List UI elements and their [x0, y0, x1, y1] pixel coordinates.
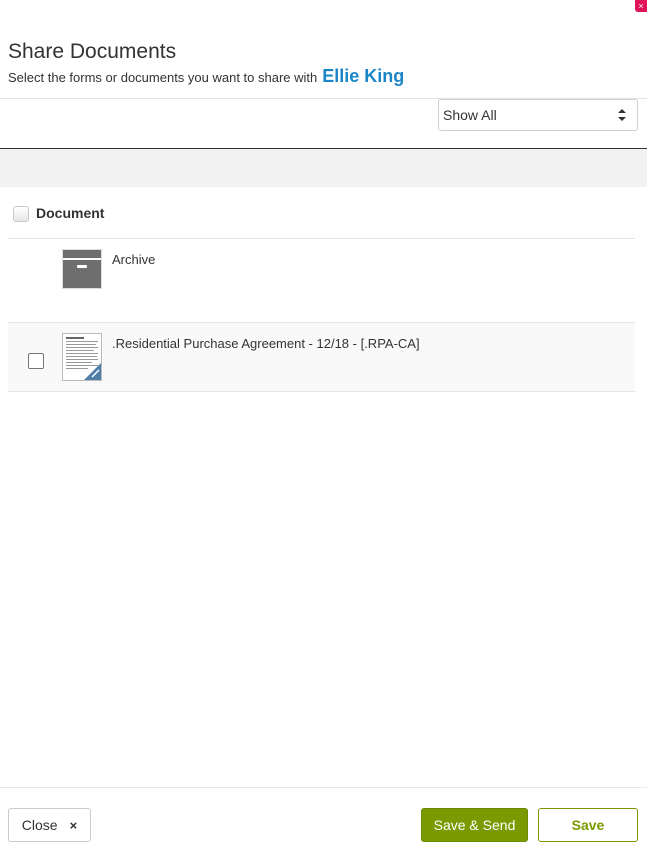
- close-button[interactable]: Close ×: [8, 808, 91, 842]
- recipient-name: Ellie King: [322, 66, 405, 86]
- save-button[interactable]: Save: [538, 808, 638, 842]
- row-name[interactable]: Archive: [112, 252, 155, 267]
- table-row[interactable]: Archive: [8, 239, 635, 323]
- dialog-title: Share Documents: [8, 40, 177, 63]
- filter-select[interactable]: Show All: [438, 99, 638, 131]
- close-icon: ×: [69, 817, 78, 833]
- archive-box-icon: [62, 249, 102, 289]
- row-name[interactable]: .Residential Purchase Agreement - 12/18 …: [112, 336, 420, 351]
- select-all-checkbox[interactable]: [13, 206, 29, 222]
- select-arrows-icon: [615, 108, 629, 122]
- subtitle-text: Select the forms or documents you want t…: [8, 70, 318, 85]
- toolbar-band: [0, 149, 647, 187]
- table-header: Document: [8, 188, 635, 239]
- row-checkbox[interactable]: [28, 353, 44, 369]
- dialog-close-icon[interactable]: ×: [635, 0, 647, 12]
- dialog-subtitle: Select the forms or documents you want t…: [8, 66, 404, 87]
- column-header-document: Document: [36, 205, 105, 221]
- close-button-label: Close: [21, 817, 58, 833]
- filter-selected-value: Show All: [443, 107, 497, 123]
- table-row[interactable]: .Residential Purchase Agreement - 12/18 …: [8, 323, 635, 392]
- share-documents-dialog: × Share Documents Select the forms or do…: [0, 0, 647, 868]
- document-thumbnail-icon: [62, 333, 102, 381]
- save-and-send-button[interactable]: Save & Send: [421, 808, 528, 842]
- footer-divider: [0, 787, 647, 788]
